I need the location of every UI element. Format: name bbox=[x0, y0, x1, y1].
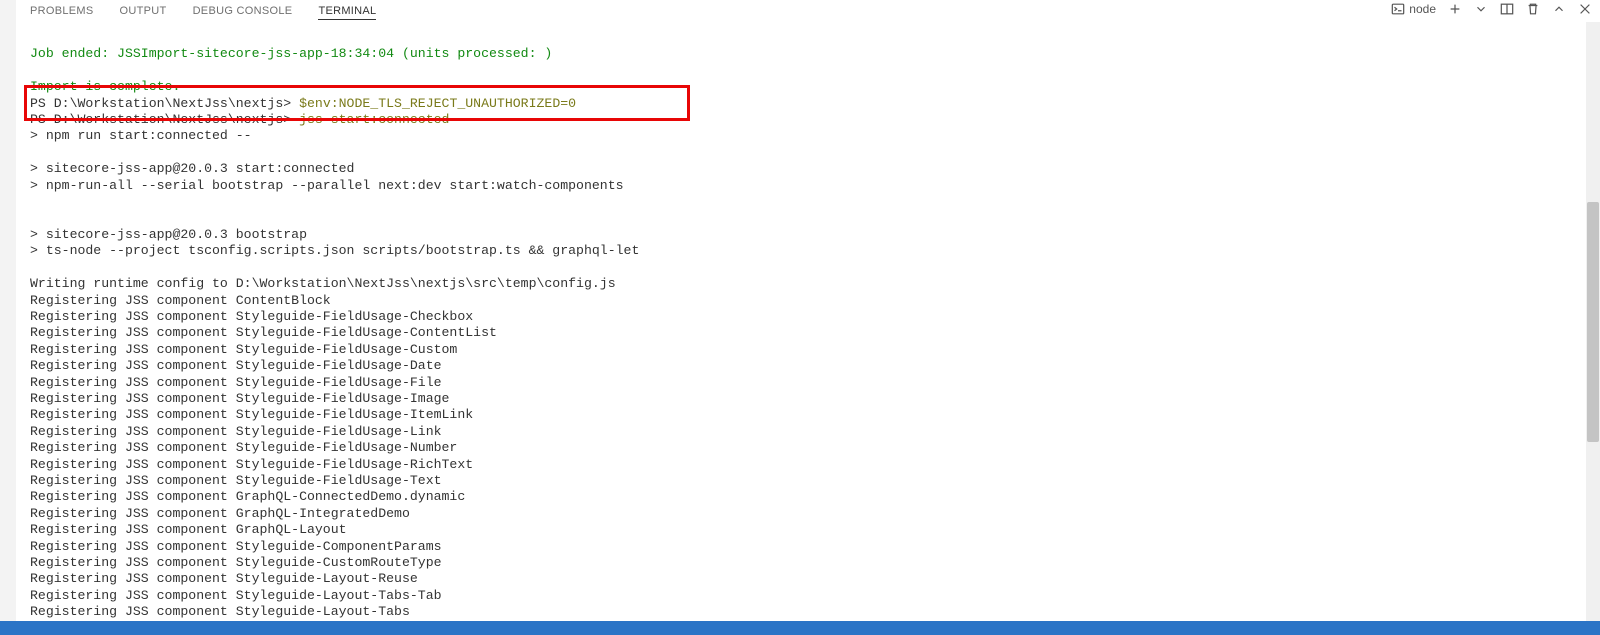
terminal-actions: node bbox=[1391, 2, 1592, 16]
term-line: Registering JSS component Styleguide-Fie… bbox=[30, 424, 442, 439]
term-line: Registering JSS component Styleguide-Fie… bbox=[30, 325, 497, 340]
tab-output[interactable]: OUTPUT bbox=[120, 3, 167, 19]
shell-label: node bbox=[1409, 2, 1436, 16]
term-line: Writing runtime config to D:\Workstation… bbox=[30, 276, 616, 291]
term-line: PS D:\Workstation\NextJss\nextjs> $env:N… bbox=[30, 96, 576, 111]
term-line: Registering JSS component Styleguide-Fie… bbox=[30, 342, 457, 357]
status-bar[interactable] bbox=[0, 621, 1600, 635]
term-line: Registering JSS component Styleguide-Lay… bbox=[30, 588, 442, 603]
term-line: Registering JSS component GraphQL-Connec… bbox=[30, 489, 465, 504]
term-line: > sitecore-jss-app@20.0.3 bootstrap bbox=[30, 227, 307, 242]
term-line: > npm run start:connected -- bbox=[30, 128, 252, 143]
term-line: Registering JSS component Styleguide-Lay… bbox=[30, 604, 410, 619]
tab-debug-console[interactable]: DEBUG CONSOLE bbox=[193, 3, 293, 19]
term-line: Registering JSS component Styleguide-Fie… bbox=[30, 440, 457, 455]
terminal-icon bbox=[1391, 2, 1405, 16]
term-line: Registering JSS component Styleguide-Lay… bbox=[30, 571, 418, 586]
term-line: Registering JSS component Styleguide-Fie… bbox=[30, 358, 442, 373]
term-line: > sitecore-jss-app@20.0.3 start:connecte… bbox=[30, 161, 354, 176]
close-panel-icon[interactable] bbox=[1578, 2, 1592, 16]
tab-terminal[interactable]: TERMINAL bbox=[318, 3, 376, 20]
kill-terminal-icon[interactable] bbox=[1526, 2, 1540, 16]
scrollbar-thumb[interactable] bbox=[1587, 202, 1599, 442]
term-line: Registering JSS component Styleguide-Fie… bbox=[30, 375, 442, 390]
term-line: Registering JSS component GraphQL-Integr… bbox=[30, 506, 410, 521]
terminal-output[interactable]: Job ended: JSSImport-sitecore-jss-app-18… bbox=[30, 30, 1572, 621]
term-line: PS D:\Workstation\NextJss\nextjs> jss st… bbox=[30, 112, 449, 127]
prompt-command: jss start:connected bbox=[299, 112, 449, 127]
prompt-command: $env:NODE_TLS_REJECT_UNAUTHORIZED=0 bbox=[299, 96, 576, 111]
term-line: > ts-node --project tsconfig.scripts.jso… bbox=[30, 243, 639, 258]
term-line: > npm-run-all --serial bootstrap --paral… bbox=[30, 178, 624, 193]
term-line: Registering JSS component Styleguide-Fie… bbox=[30, 457, 473, 472]
activity-bar bbox=[0, 0, 16, 635]
term-line: Registering JSS component GraphQL-Layout bbox=[30, 522, 347, 537]
term-line: Job ended: JSSImport-sitecore-jss-app-18… bbox=[30, 46, 552, 61]
prompt-path: PS D:\Workstation\NextJss\nextjs> bbox=[30, 112, 299, 127]
term-line: Registering JSS component Styleguide-Fie… bbox=[30, 473, 442, 488]
panel: PROBLEMS OUTPUT DEBUG CONSOLE TERMINAL n… bbox=[16, 0, 1600, 621]
maximize-panel-icon[interactable] bbox=[1552, 2, 1566, 16]
term-line: Registering JSS component Styleguide-Com… bbox=[30, 539, 442, 554]
term-line: Registering JSS component Styleguide-Fie… bbox=[30, 309, 473, 324]
split-terminal-icon[interactable] bbox=[1500, 2, 1514, 16]
term-line: Registering JSS component Styleguide-Fie… bbox=[30, 391, 449, 406]
panel-tabs: PROBLEMS OUTPUT DEBUG CONSOLE TERMINAL bbox=[16, 0, 1600, 22]
term-line: Registering JSS component ContentBlock bbox=[30, 293, 331, 308]
term-line: Import is complete. bbox=[30, 79, 180, 94]
term-line: Registering JSS component Styleguide-Fie… bbox=[30, 407, 473, 422]
new-terminal-icon[interactable] bbox=[1448, 2, 1462, 16]
terminal-scrollbar[interactable] bbox=[1586, 22, 1600, 621]
term-line: Registering JSS component Styleguide-Cus… bbox=[30, 555, 442, 570]
tab-problems[interactable]: PROBLEMS bbox=[30, 3, 94, 19]
prompt-path: PS D:\Workstation\NextJss\nextjs> bbox=[30, 96, 299, 111]
shell-selector[interactable]: node bbox=[1391, 2, 1436, 16]
split-dropdown-icon[interactable] bbox=[1474, 2, 1488, 16]
